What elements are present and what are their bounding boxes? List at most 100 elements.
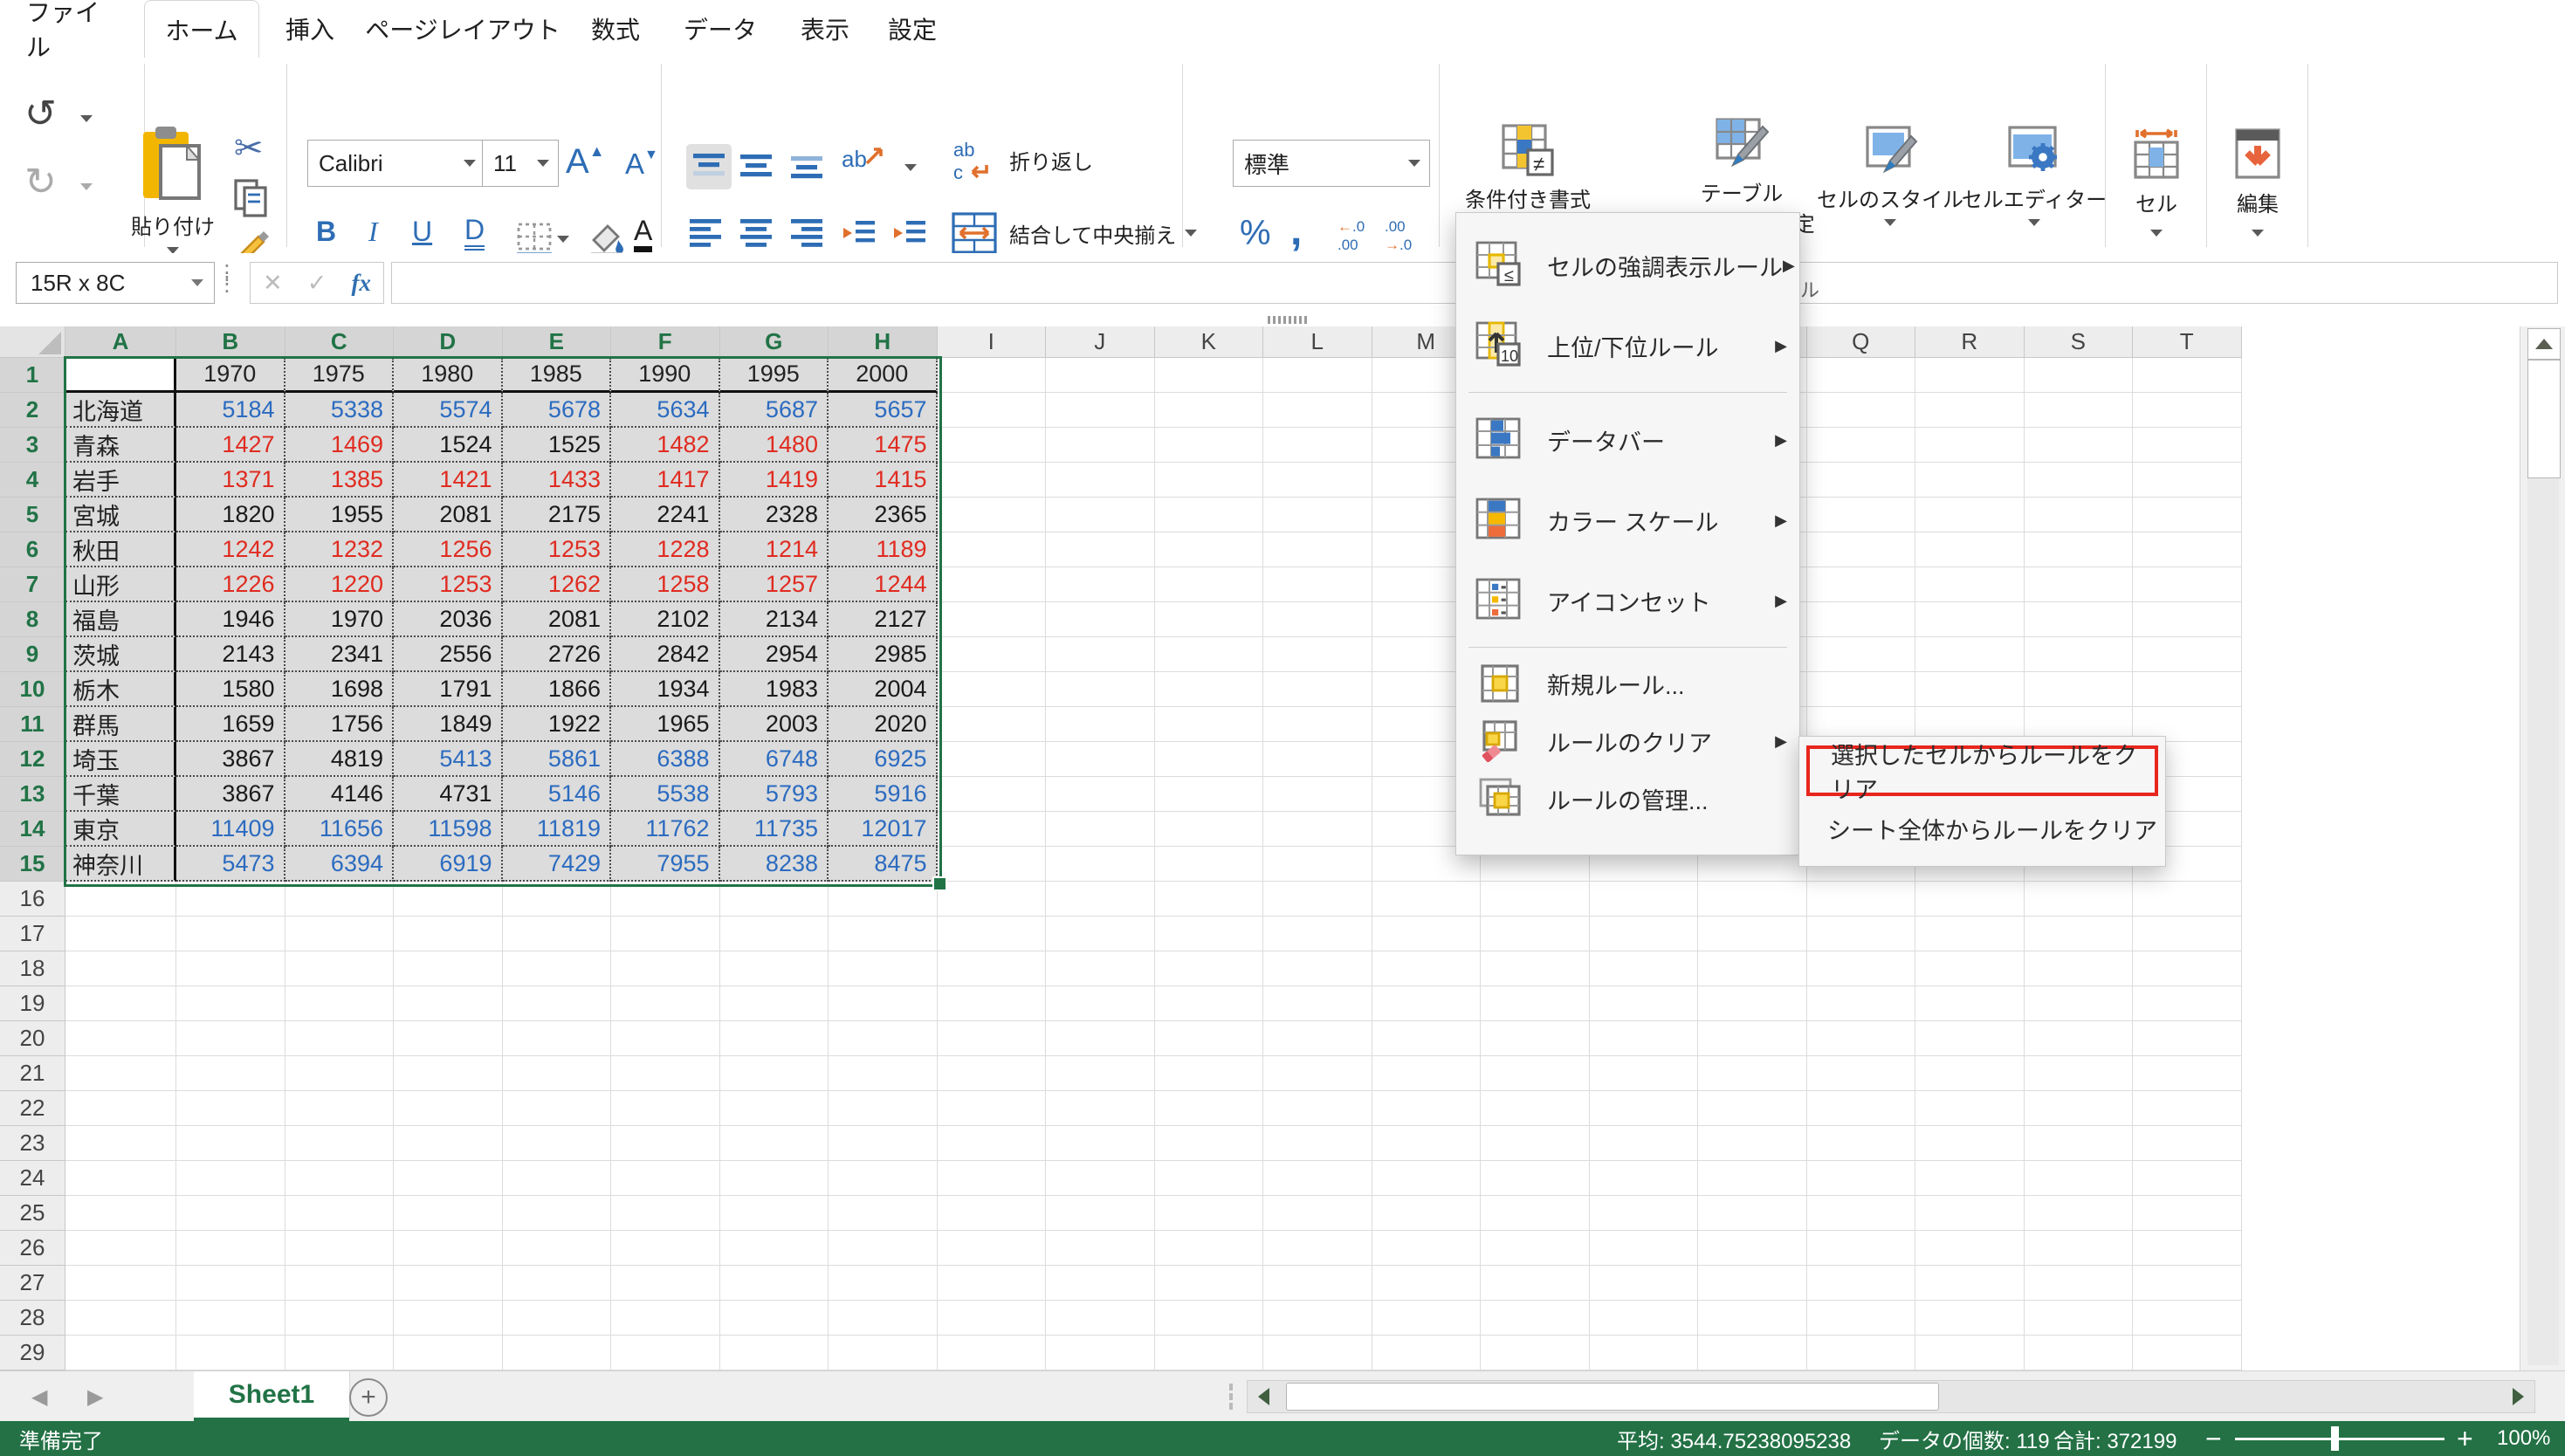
cell-T28[interactable]: [2133, 1301, 2242, 1336]
increase-font-size-button[interactable]: A▲: [566, 142, 605, 182]
cell-G29[interactable]: [720, 1336, 829, 1370]
cell-A3[interactable]: 青森: [65, 428, 176, 463]
vertical-scrollbar-track[interactable]: [2527, 478, 2559, 1365]
cell-D14[interactable]: 11598: [394, 812, 503, 847]
cell-C12[interactable]: 4819: [285, 742, 395, 777]
cell-T23[interactable]: [2133, 1126, 2242, 1161]
cell-G5[interactable]: 2328: [720, 498, 829, 532]
cell-C20[interactable]: [285, 1021, 395, 1056]
cell-R1[interactable]: [1915, 358, 2025, 393]
cell-K6[interactable]: [1155, 532, 1264, 567]
cell-M19[interactable]: [1372, 986, 1482, 1021]
copy-icon[interactable]: [234, 179, 269, 222]
row-header-15[interactable]: 15: [0, 847, 65, 882]
cell-B25[interactable]: [176, 1196, 285, 1231]
cell-K8[interactable]: [1155, 602, 1264, 637]
align-right-button[interactable]: [791, 219, 822, 251]
cell-C16[interactable]: [285, 882, 395, 917]
cell-G14[interactable]: 11735: [720, 812, 829, 847]
tab-settings[interactable]: 設定: [873, 0, 952, 57]
cell-I20[interactable]: [938, 1021, 1047, 1056]
menu-item-data-bars[interactable]: データバー▶: [1456, 400, 1799, 480]
cell-Q22[interactable]: [1807, 1091, 1916, 1126]
sheet-nav-left-icon[interactable]: ◀: [31, 1371, 47, 1422]
cell-M29[interactable]: [1372, 1336, 1482, 1370]
cell-R21[interactable]: [1915, 1056, 2025, 1091]
cell-H11[interactable]: 2020: [829, 707, 938, 742]
cell-G13[interactable]: 5793: [720, 777, 829, 812]
cell-K18[interactable]: [1155, 951, 1264, 986]
zoom-in-button[interactable]: +: [2457, 1421, 2473, 1456]
select-all-corner[interactable]: [0, 326, 65, 358]
cell-E3[interactable]: 1525: [503, 428, 612, 463]
cell-J23[interactable]: [1046, 1126, 1155, 1161]
scroll-up-button[interactable]: [2527, 328, 2561, 360]
redo-button[interactable]: ↻: [24, 160, 57, 204]
column-header-J[interactable]: J: [1046, 326, 1155, 358]
cell-H15[interactable]: 8475: [829, 847, 938, 882]
undo-button[interactable]: ↺: [24, 92, 57, 136]
font-size-select[interactable]: 11: [482, 140, 559, 187]
cell-C21[interactable]: [285, 1056, 395, 1091]
cell-D3[interactable]: 1524: [394, 428, 503, 463]
cell-C7[interactable]: 1220: [285, 567, 395, 602]
cell-A26[interactable]: [65, 1231, 176, 1266]
column-header-C[interactable]: C: [285, 326, 395, 358]
orientation-button[interactable]: ab: [842, 144, 886, 173]
cell-N26[interactable]: [1481, 1231, 1590, 1266]
align-middle-button[interactable]: [740, 153, 772, 183]
cell-E5[interactable]: 2175: [503, 498, 612, 532]
cell-H28[interactable]: [829, 1301, 938, 1336]
row-header-17[interactable]: 17: [0, 917, 65, 951]
cell-C22[interactable]: [285, 1091, 395, 1126]
cell-E25[interactable]: [503, 1196, 612, 1231]
cell-F18[interactable]: [611, 951, 720, 986]
cell-O16[interactable]: [1590, 882, 1699, 917]
cell-I4[interactable]: [938, 463, 1047, 498]
cell-C9[interactable]: 2341: [285, 637, 395, 672]
cell-K9[interactable]: [1155, 637, 1264, 672]
cell-J21[interactable]: [1046, 1056, 1155, 1091]
cell-O29[interactable]: [1590, 1336, 1699, 1370]
scroll-right-icon[interactable]: [2513, 1388, 2524, 1405]
cell-C25[interactable]: [285, 1196, 395, 1231]
row-header-7[interactable]: 7: [0, 567, 65, 602]
cell-Q2[interactable]: [1807, 393, 1916, 428]
cell-B15[interactable]: 5473: [176, 847, 285, 882]
cell-F29[interactable]: [611, 1336, 720, 1370]
cell-L12[interactable]: [1263, 742, 1372, 777]
cell-R3[interactable]: [1915, 428, 2025, 463]
cell-A13[interactable]: 千葉: [65, 777, 176, 812]
cell-P23[interactable]: [1698, 1126, 1807, 1161]
cell-J13[interactable]: [1046, 777, 1155, 812]
column-header-B[interactable]: B: [176, 326, 285, 358]
cell-L3[interactable]: [1263, 428, 1372, 463]
cell-S23[interactable]: [2025, 1126, 2134, 1161]
zoom-out-button[interactable]: −: [2205, 1421, 2222, 1456]
column-header-T[interactable]: T: [2133, 326, 2242, 358]
cell-M25[interactable]: [1372, 1196, 1482, 1231]
cell-A28[interactable]: [65, 1301, 176, 1336]
cell-D28[interactable]: [394, 1301, 503, 1336]
cell-C11[interactable]: 1756: [285, 707, 395, 742]
cell-D13[interactable]: 4731: [394, 777, 503, 812]
decrease-indent-button[interactable]: [842, 219, 877, 251]
row-header-22[interactable]: 22: [0, 1091, 65, 1126]
cell-S7[interactable]: [2025, 567, 2134, 602]
cell-N21[interactable]: [1481, 1056, 1590, 1091]
name-box[interactable]: 15R x 8C: [16, 262, 215, 304]
cell-F4[interactable]: 1417: [611, 463, 720, 498]
cell-Q29[interactable]: [1807, 1336, 1916, 1370]
cell-E9[interactable]: 2726: [503, 637, 612, 672]
cell-R28[interactable]: [1915, 1301, 2025, 1336]
conditional-formatting-button[interactable]: ≠ 条件付き書式: [1475, 122, 1580, 226]
redo-dropdown-arrow[interactable]: [80, 179, 93, 195]
align-top-button[interactable]: [686, 144, 732, 189]
cell-L2[interactable]: [1263, 393, 1372, 428]
cell-L25[interactable]: [1263, 1196, 1372, 1231]
cell-R8[interactable]: [1915, 602, 2025, 637]
cell-T21[interactable]: [2133, 1056, 2242, 1091]
insert-function-icon[interactable]: fx: [351, 270, 371, 297]
cell-R25[interactable]: [1915, 1196, 2025, 1231]
cell-G20[interactable]: [720, 1021, 829, 1056]
